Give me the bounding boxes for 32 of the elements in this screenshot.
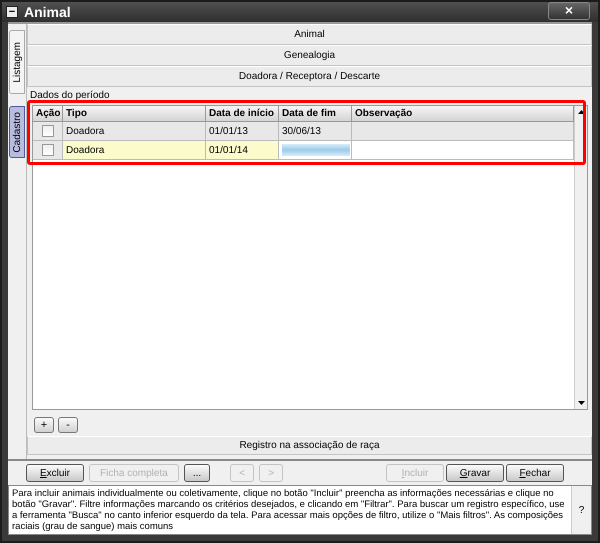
action-button[interactable]: Gravar	[446, 464, 504, 482]
side-tab[interactable]: Cadastro	[9, 106, 25, 158]
date-input-field[interactable]	[282, 144, 350, 156]
side-tab[interactable]: Listagem	[9, 30, 25, 94]
action-button[interactable]: ...	[184, 464, 210, 482]
close-button[interactable]: ×	[548, 2, 590, 20]
help-text: Para incluir animais individualmente ou coletivamente, clique no botão "Incluir" preencha as informações necessárias e clique no botão "Gravar". Filtre informações marcando os critérios desejados, e clicando em "Filtrar". Para buscar um registro específico, use a ferramenta "Busca" no canto inferior esquerdo da tela. Para acessar mais opções de filtro, utilize o "Mais filtros". As composições raciais (grau de sangue) mais comuns	[11, 487, 566, 534]
table-cell: 01/01/13	[206, 122, 279, 141]
section-header[interactable]: Doadora / Receptora / Descarte	[27, 66, 592, 87]
action-button[interactable]: Excluir	[26, 464, 84, 482]
window-title: Animal	[24, 4, 72, 20]
column-header[interactable]: Data de início	[206, 106, 279, 122]
column-header[interactable]: Observação	[352, 106, 574, 122]
table-cell: 01/01/14	[206, 141, 279, 160]
section-header[interactable]: Registro na associação de raça	[27, 436, 592, 455]
row-button[interactable]: +	[34, 417, 54, 433]
section-header[interactable]: Genealogia	[27, 45, 592, 66]
checkbox[interactable]	[42, 125, 54, 137]
column-header[interactable]: Ação	[33, 106, 63, 122]
section-header[interactable]: Animal	[27, 24, 592, 45]
column-header[interactable]: Tipo	[63, 106, 206, 122]
table-cell: Doadora	[63, 141, 206, 160]
column-header[interactable]: Data de fim	[279, 106, 352, 122]
action-button[interactable]: Fechar	[506, 464, 564, 482]
row-button[interactable]: -	[58, 417, 78, 433]
help-button[interactable]: ?	[571, 486, 591, 534]
table-cell: 30/06/13	[279, 122, 352, 141]
window-menu-button[interactable]: −	[6, 6, 18, 18]
checkbox[interactable]	[42, 144, 54, 156]
scrollbar[interactable]	[574, 106, 587, 409]
period-label: Dados do período	[29, 89, 111, 102]
table-cell: Doadora	[63, 122, 206, 141]
